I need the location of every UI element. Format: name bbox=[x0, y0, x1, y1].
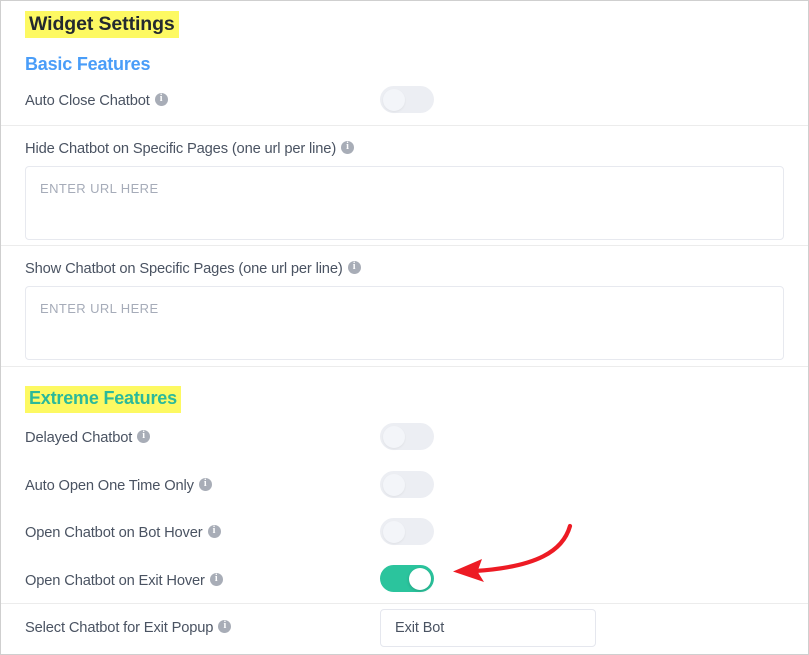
toggle-auto-open-one-time-only[interactable] bbox=[380, 471, 434, 498]
info-icon[interactable] bbox=[207, 524, 221, 538]
select-exit-popup-chatbot[interactable]: Exit Bot bbox=[380, 609, 596, 647]
show-chatbot-urls-input[interactable] bbox=[25, 286, 784, 360]
info-icon[interactable] bbox=[198, 477, 212, 491]
toggle-knob bbox=[383, 473, 405, 496]
divider bbox=[1, 245, 808, 246]
toggle-knob bbox=[383, 88, 405, 111]
label-auto-open-one-time-only: Auto Open One Time Only bbox=[25, 478, 194, 494]
select-exit-popup-chatbot-value[interactable]: Exit Bot bbox=[380, 609, 596, 647]
widget-settings-panel: Widget Settings Basic Features Auto Clos… bbox=[0, 0, 809, 655]
info-icon[interactable] bbox=[218, 619, 232, 633]
label-open-chatbot-exit-hover: Open Chatbot on Exit Hover bbox=[25, 573, 205, 589]
section-heading-basic: Basic Features bbox=[25, 54, 151, 74]
row-show-chatbot-pages: Show Chatbot on Specific Pages (one url … bbox=[25, 260, 784, 278]
label-select-exit-popup-chatbot: Select Chatbot for Exit Popup bbox=[25, 620, 214, 636]
page-title: Widget Settings bbox=[25, 11, 179, 39]
hide-chatbot-urls-input[interactable] bbox=[25, 166, 784, 240]
toggle-delayed-chatbot[interactable] bbox=[380, 423, 434, 450]
divider bbox=[1, 125, 808, 126]
divider bbox=[1, 603, 808, 604]
toggle-knob bbox=[383, 425, 405, 448]
settings-content: Widget Settings Basic Features Auto Clos… bbox=[1, 1, 808, 654]
toggle-auto-close-chatbot[interactable] bbox=[380, 86, 434, 113]
section-heading-extreme: Extreme Features bbox=[25, 386, 181, 413]
info-icon[interactable] bbox=[347, 260, 361, 274]
toggle-knob bbox=[409, 567, 431, 590]
info-icon[interactable] bbox=[154, 92, 168, 106]
label-show-chatbot-pages: Show Chatbot on Specific Pages (one url … bbox=[25, 261, 343, 277]
label-delayed-chatbot: Delayed Chatbot bbox=[25, 430, 133, 446]
row-hide-chatbot-pages: Hide Chatbot on Specific Pages (one url … bbox=[25, 140, 784, 158]
toggle-open-chatbot-exit-hover[interactable] bbox=[380, 565, 434, 592]
info-icon[interactable] bbox=[209, 572, 223, 586]
info-icon[interactable] bbox=[137, 429, 151, 443]
divider bbox=[1, 366, 808, 367]
label-auto-close-chatbot: Auto Close Chatbot bbox=[25, 93, 150, 109]
label-open-chatbot-bot-hover: Open Chatbot on Bot Hover bbox=[25, 525, 203, 541]
label-hide-chatbot-pages: Hide Chatbot on Specific Pages (one url … bbox=[25, 141, 337, 157]
toggle-open-chatbot-bot-hover[interactable] bbox=[380, 518, 434, 545]
toggle-knob bbox=[383, 520, 405, 543]
info-icon[interactable] bbox=[341, 140, 355, 154]
